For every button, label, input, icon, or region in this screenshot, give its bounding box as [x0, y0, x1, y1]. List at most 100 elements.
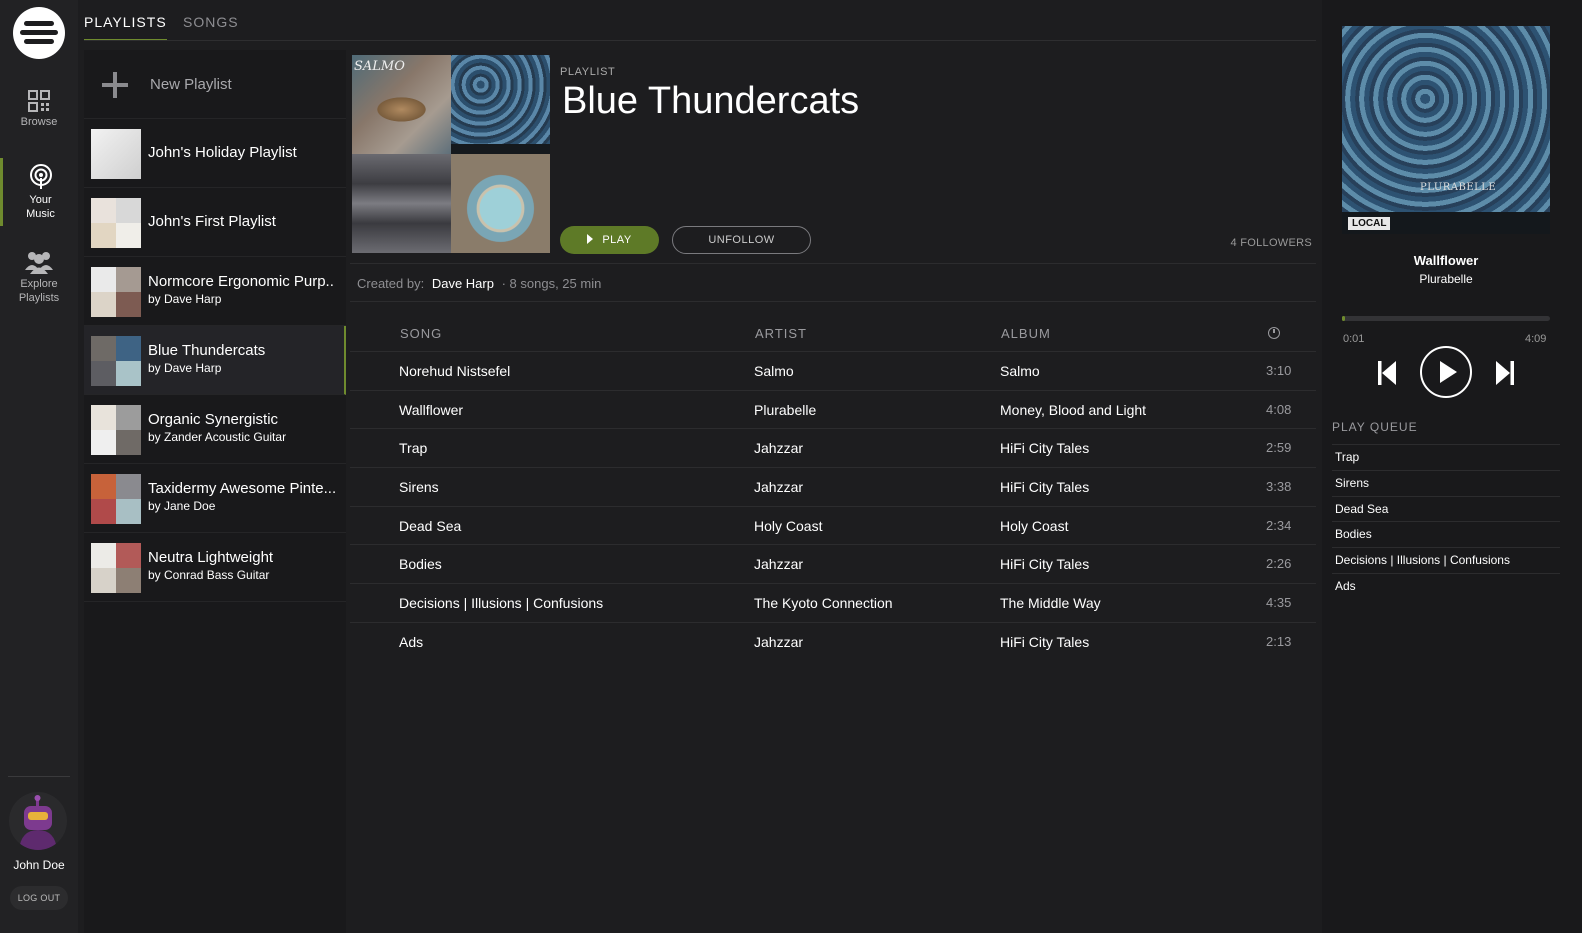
song-title: Ads [399, 633, 424, 650]
playlist-owner: by Dave Harp [148, 361, 222, 375]
song-artist[interactable]: Jahzzar [754, 634, 803, 650]
queue-item[interactable]: Dead Sea [1332, 495, 1560, 522]
play-queue-label: PLAY QUEUE [1332, 420, 1418, 434]
play-pause-icon[interactable] [1419, 345, 1473, 399]
nav-explore-playlists[interactable]: Explore Playlists [0, 250, 78, 305]
song-duration: 4:08 [1266, 401, 1292, 417]
song-album[interactable]: The Middle Way [1000, 595, 1101, 611]
left-rail: Browse Your Music Explore Playlists John… [0, 0, 78, 933]
nav-your-music[interactable]: Your Music [0, 158, 78, 226]
song-title: Dead Sea [399, 517, 462, 534]
song-duration: 4:35 [1266, 595, 1292, 611]
created-by-label: Created by: [357, 276, 425, 291]
song-table: Norehud Nistsefel Salmo Salmo 3:10 Wallf… [350, 351, 1316, 661]
creator-link[interactable]: Dave Harp [432, 276, 494, 291]
logout-button[interactable]: LOG OUT [10, 886, 68, 910]
song-title: Sirens [399, 479, 439, 496]
playlist-item[interactable]: Taxidermy Awesome Pinte... by Jane Doe [84, 464, 346, 533]
song-album[interactable]: HiFi City Tales [1000, 479, 1089, 495]
song-artist[interactable]: Plurabelle [754, 402, 816, 418]
playlist-meta: Created by: Dave Harp · 8 songs, 25 min [357, 276, 601, 291]
progress-bar[interactable] [1342, 316, 1550, 321]
next-track-icon[interactable] [1495, 360, 1515, 386]
tabs-divider [84, 40, 1316, 41]
table-row[interactable]: Dead Sea Holy Coast Holy Coast 2:34 [350, 505, 1316, 545]
playlist-thumbnail [91, 267, 141, 317]
song-album[interactable]: HiFi City Tales [1000, 634, 1089, 650]
page-title: Blue Thundercats [562, 80, 860, 122]
clock-icon[interactable] [1268, 327, 1280, 339]
song-album[interactable]: Holy Coast [1000, 518, 1068, 534]
song-album[interactable]: Money, Blood and Light [1000, 402, 1146, 418]
app-logo-icon[interactable] [13, 7, 65, 59]
nav-your-music-label-2: Music [26, 208, 55, 220]
play-button[interactable]: PLAY [560, 226, 659, 254]
divider [350, 263, 1316, 264]
playlist-type-label: PLAYLIST [560, 66, 616, 78]
table-row[interactable]: Decisions | Illusions | Confusions The K… [350, 583, 1316, 622]
playlist-item[interactable]: Neutra Lightweight by Conrad Bass Guitar [84, 533, 346, 602]
queue-item[interactable]: Trap [1332, 444, 1560, 470]
table-row[interactable]: Wallflower Plurabelle Money, Blood and L… [350, 389, 1316, 429]
song-artist[interactable]: Jahzzar [754, 440, 803, 456]
song-album[interactable]: Salmo [1000, 363, 1040, 379]
queue-item[interactable]: Ads [1332, 572, 1560, 599]
table-row[interactable]: Ads Jahzzar HiFi City Tales 2:13 [350, 621, 1316, 661]
playlist-owner: by Conrad Bass Guitar [148, 568, 270, 582]
tab-playlists[interactable]: PLAYLISTS [84, 14, 167, 41]
column-header-album[interactable]: ALBUM [1001, 326, 1051, 341]
playlist-name: John's First Playlist [148, 213, 276, 230]
playlist-thumbnail [91, 474, 141, 524]
playlist-item[interactable]: Organic Synergistic by Zander Acoustic G… [84, 395, 346, 464]
playlist-cover-mosaic: SALMO [352, 55, 550, 253]
song-artist[interactable]: Jahzzar [754, 479, 803, 495]
playlist-item[interactable]: John's First Playlist [84, 188, 346, 257]
album-art-holy-coast [451, 154, 550, 253]
song-artist[interactable]: Jahzzar [754, 556, 803, 572]
queue-item[interactable]: Decisions | Illusions | Confusions [1332, 547, 1560, 573]
playlist-sidebar: New Playlist John's Holiday Playlist Joh… [84, 50, 346, 933]
column-header-song[interactable]: SONG [400, 326, 442, 341]
nav-explore-label-1: Explore [20, 278, 58, 290]
song-album[interactable]: HiFi City Tales [1000, 440, 1089, 456]
song-duration: 3:38 [1266, 479, 1292, 495]
tab-songs[interactable]: SONGS [183, 14, 239, 39]
people-group-icon [25, 252, 53, 274]
table-row[interactable]: Norehud Nistsefel Salmo Salmo 3:10 [350, 351, 1316, 390]
unfollow-button[interactable]: UNFOLLOW [672, 226, 811, 254]
table-row[interactable]: Trap Jahzzar HiFi City Tales 2:59 [350, 428, 1316, 467]
column-header-artist[interactable]: ARTIST [755, 326, 807, 341]
song-artist[interactable]: Salmo [754, 363, 794, 379]
nav-browse-label: Browse [20, 116, 58, 128]
song-title: Decisions | Illusions | Confusions [399, 595, 604, 612]
new-playlist-button[interactable]: New Playlist [84, 50, 346, 119]
progress-fill [1342, 316, 1346, 321]
play-icon [587, 234, 594, 244]
song-album[interactable]: HiFi City Tales [1000, 556, 1089, 572]
nav-browse[interactable]: Browse [0, 90, 78, 129]
robot-avatar-icon [19, 795, 57, 850]
playlist-name: Blue Thundercats [148, 342, 266, 359]
previous-track-icon[interactable] [1377, 360, 1397, 386]
avatar[interactable] [9, 792, 67, 850]
playlist-item[interactable]: Normcore Ergonomic Purp.. by Dave Harp [84, 257, 346, 326]
now-playing-artist[interactable]: Plurabelle [1322, 272, 1570, 286]
queue-item[interactable]: Sirens [1332, 469, 1560, 496]
playlist-item-active[interactable]: Blue Thundercats by Dave Harp [84, 326, 346, 395]
queue-item[interactable]: Bodies [1332, 521, 1560, 547]
song-title: Wallflower [399, 401, 464, 418]
nav-explore-label-2: Playlists [18, 292, 60, 304]
table-row[interactable]: Sirens Jahzzar HiFi City Tales 3:38 [350, 467, 1316, 506]
song-artist[interactable]: The Kyoto Connection [754, 595, 893, 611]
playlist-item[interactable]: John's Holiday Playlist [84, 119, 346, 188]
current-time: 0:01 [1343, 333, 1365, 345]
total-time: 4:09 [1525, 333, 1547, 345]
album-art-text: PLURABELLE [1420, 182, 1497, 193]
podcast-icon [29, 164, 52, 189]
play-queue: Trap Sirens Dead Sea Bodies Decisions | … [1332, 444, 1560, 599]
song-artist[interactable]: Holy Coast [754, 518, 822, 534]
table-row[interactable]: Bodies Jahzzar HiFi City Tales 2:26 [350, 544, 1316, 583]
playlist-thumbnail [91, 405, 141, 455]
nav-your-music-label-1: Your [29, 194, 52, 206]
playlist-summary: · 8 songs, 25 min [501, 276, 602, 291]
